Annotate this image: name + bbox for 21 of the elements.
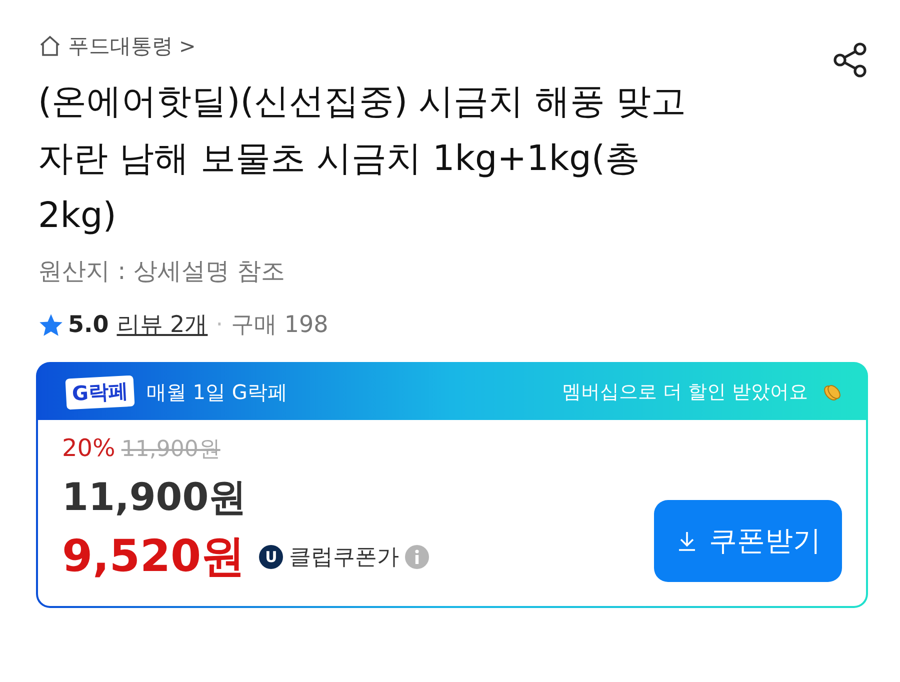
product-title: (온에어핫딜)(신선집중) 시금치 해풍 맞고 자란 남해 보물초 시금치 1kg+1kg(총 2kg)	[38, 81, 687, 238]
coupon-price-label: 클럽쿠폰가	[289, 544, 400, 572]
star-icon	[38, 312, 64, 338]
home-icon[interactable]	[38, 34, 62, 58]
original-price: 11,900원	[121, 436, 220, 464]
promo-title: 매월 1일 G락페	[146, 378, 288, 406]
chevron-icon: >	[179, 34, 196, 58]
separator-dot: ·	[216, 312, 224, 338]
purchase-count: 구매 198	[231, 311, 328, 340]
club-badge: U	[259, 544, 284, 568]
sale-price: 11,900원	[62, 474, 248, 521]
promo-banner[interactable]: G락페 매월 1일 G락페 멤버십으로 더 할인 받았어요	[38, 364, 866, 420]
reviews-link[interactable]: 리뷰 2개	[116, 309, 208, 340]
origin-text: 원산지 : 상세설명 참조	[38, 256, 286, 287]
discount-rate: 20%	[62, 434, 116, 462]
promo-message: 멤버십으로 더 할인 받았어요	[562, 380, 808, 405]
coupon-price: 9,520원	[62, 530, 246, 584]
promo-logo: G락페	[65, 374, 136, 410]
breadcrumb-link[interactable]: 푸드대통령	[68, 32, 173, 60]
coupon-button[interactable]: 쿠폰받기	[654, 500, 842, 582]
rating-score: 5.0	[68, 312, 109, 338]
